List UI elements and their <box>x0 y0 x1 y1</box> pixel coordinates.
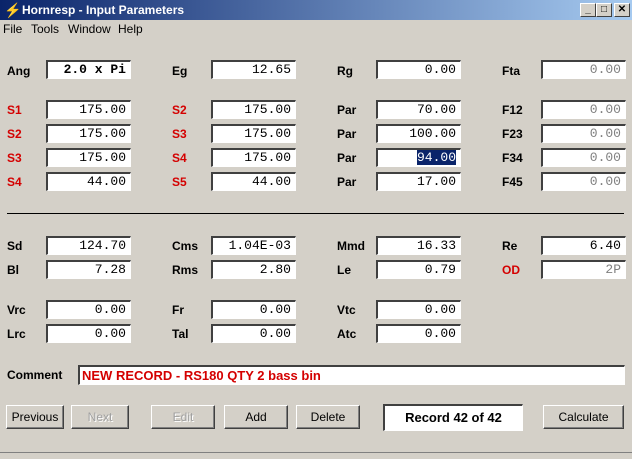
fta-field[interactable]: 0.00 <box>541 60 626 79</box>
menu-bar: File Tools Window Help <box>0 20 632 38</box>
s5-field[interactable]: 44.00 <box>211 172 296 191</box>
s2-field[interactable]: 175.00 <box>46 124 131 143</box>
s3-field[interactable]: 175.00 <box>211 124 296 143</box>
menu-file[interactable]: File <box>3 22 22 36</box>
s4-label: S4 <box>172 151 187 165</box>
bl-field[interactable]: 7.28 <box>46 260 131 279</box>
par-label: Par <box>337 127 357 141</box>
s4-label: S4 <box>7 175 22 189</box>
lightning-icon: ⚡ <box>4 2 22 18</box>
vtc-label: Vtc <box>337 303 356 317</box>
f45-label: F45 <box>502 175 523 189</box>
tal-label: Tal <box>172 327 189 341</box>
f12-field[interactable]: 0.00 <box>541 100 626 119</box>
s1-label: S1 <box>7 103 22 117</box>
le-field[interactable]: 0.79 <box>376 260 461 279</box>
s2-field[interactable]: 175.00 <box>211 100 296 119</box>
par3-selected-text: 94.00 <box>416 150 456 165</box>
s4-field[interactable]: 44.00 <box>46 172 131 191</box>
s2-label: S2 <box>172 103 187 117</box>
rg-field[interactable]: 0.00 <box>376 60 461 79</box>
record-indicator: Record 42 of 42 <box>383 404 523 431</box>
s3-field[interactable]: 175.00 <box>46 148 131 167</box>
bl-label: Bl <box>7 263 19 277</box>
menu-help[interactable]: Help <box>118 22 143 36</box>
sd-field[interactable]: 124.70 <box>46 236 131 255</box>
calculate-button[interactable]: Calculate <box>543 405 624 429</box>
par-label: Par <box>337 151 357 165</box>
rg-label: Rg <box>337 64 353 78</box>
window-title: Hornresp - Input Parameters <box>22 3 185 17</box>
cms-field[interactable]: 1.04E-03 <box>211 236 296 255</box>
comment-label: Comment <box>7 368 63 382</box>
fr-label: Fr <box>172 303 184 317</box>
f23-field[interactable]: 0.00 <box>541 124 626 143</box>
menu-tools[interactable]: Tools <box>31 22 59 36</box>
vrc-label: Vrc <box>7 303 26 317</box>
par-label: Par <box>337 103 357 117</box>
f34-label: F34 <box>502 151 523 165</box>
vtc-field[interactable]: 0.00 <box>376 300 461 319</box>
le-label: Le <box>337 263 352 277</box>
eg-label: Eg <box>172 64 188 78</box>
title-bar: ⚡ Hornresp - Input Parameters _ □ ✕ <box>0 0 632 20</box>
par2-field[interactable]: 100.00 <box>376 124 461 143</box>
mmd-field[interactable]: 16.33 <box>376 236 461 255</box>
od-label: OD <box>502 263 520 277</box>
maximize-button[interactable]: □ <box>596 3 612 17</box>
s2-label: S2 <box>7 127 22 141</box>
comment-field[interactable]: NEW RECORD - RS180 QTY 2 bass bin <box>78 365 625 385</box>
f45-field[interactable]: 0.00 <box>541 172 626 191</box>
delete-button[interactable]: Delete <box>296 405 360 429</box>
menu-window[interactable]: Window <box>68 22 111 36</box>
par4-field[interactable]: 17.00 <box>376 172 461 191</box>
ang-label: Ang <box>7 64 31 78</box>
next-button[interactable]: Next <box>71 405 129 429</box>
edit-button[interactable]: Edit <box>151 405 215 429</box>
re-field[interactable]: 6.40 <box>541 236 626 255</box>
f34-field[interactable]: 0.00 <box>541 148 626 167</box>
close-button[interactable]: ✕ <box>614 3 630 17</box>
f23-label: F23 <box>502 127 523 141</box>
rms-label: Rms <box>172 263 199 277</box>
eg-field[interactable]: 12.65 <box>211 60 296 79</box>
par1-field[interactable]: 70.00 <box>376 100 461 119</box>
atc-field[interactable]: 0.00 <box>376 324 461 343</box>
lrc-label: Lrc <box>7 327 26 341</box>
rms-field[interactable]: 2.80 <box>211 260 296 279</box>
par-label: Par <box>337 175 357 189</box>
s5-label: S5 <box>172 175 187 189</box>
fr-field[interactable]: 0.00 <box>211 300 296 319</box>
od-field[interactable]: 2P <box>541 260 626 279</box>
add-button[interactable]: Add <box>224 405 288 429</box>
previous-button[interactable]: Previous <box>6 405 64 429</box>
s3-label: S3 <box>7 151 22 165</box>
s4-field[interactable]: 175.00 <box>211 148 296 167</box>
sd-label: Sd <box>7 239 23 253</box>
vrc-field[interactable]: 0.00 <box>46 300 131 319</box>
separator-line <box>7 213 624 214</box>
fta-label: Fta <box>502 64 520 78</box>
tal-field[interactable]: 0.00 <box>211 324 296 343</box>
re-label: Re <box>502 239 518 253</box>
s3-label: S3 <box>172 127 187 141</box>
par3-field[interactable]: 94.00 <box>376 148 461 167</box>
mmd-label: Mmd <box>337 239 365 253</box>
lrc-field[interactable]: 0.00 <box>46 324 131 343</box>
f12-label: F12 <box>502 103 523 117</box>
atc-label: Atc <box>337 327 357 341</box>
s1-field[interactable]: 175.00 <box>46 100 131 119</box>
cms-label: Cms <box>172 239 199 253</box>
ang-field[interactable]: 2.0 x Pi <box>46 60 131 79</box>
minimize-button[interactable]: _ <box>580 3 596 17</box>
